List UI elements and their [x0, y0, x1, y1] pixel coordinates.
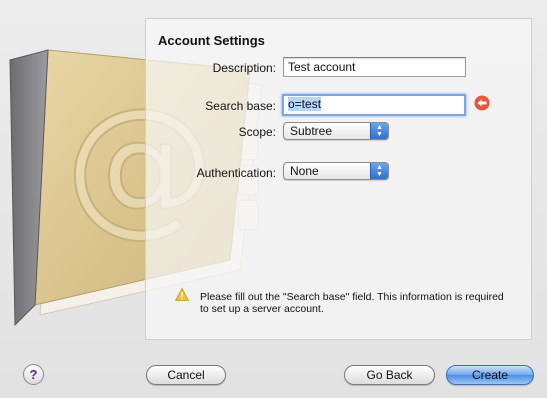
- authentication-value: None: [290, 164, 319, 178]
- scope-value: Subtree: [290, 124, 333, 138]
- cancel-button[interactable]: Cancel: [146, 365, 226, 385]
- search-base-label: Search base:: [205, 99, 276, 113]
- description-value: Test account: [288, 60, 356, 74]
- scope-label: Scope:: [238, 125, 276, 139]
- search-base-field[interactable]: o=test: [282, 94, 466, 116]
- authentication-label: Authentication:: [196, 166, 276, 180]
- go-back-button[interactable]: Go Back: [344, 365, 435, 385]
- chevron-updown-icon: ▲ ▼: [370, 123, 388, 139]
- chevron-updown-icon: ▲ ▼: [370, 163, 388, 179]
- search-base-value: o=test: [288, 97, 322, 111]
- create-button[interactable]: Create: [446, 365, 534, 385]
- section-title: Account Settings: [158, 33, 265, 48]
- description-label: Description:: [212, 61, 276, 75]
- scope-popup[interactable]: Subtree ▲ ▼: [283, 122, 389, 140]
- warning-icon: [175, 288, 189, 301]
- authentication-popup[interactable]: None ▲ ▼: [283, 162, 389, 180]
- help-button[interactable]: ?: [23, 364, 44, 385]
- error-icon: [474, 95, 490, 111]
- warning-message: Please fill out the "Search base" field.…: [200, 291, 504, 315]
- description-field[interactable]: Test account: [283, 57, 466, 77]
